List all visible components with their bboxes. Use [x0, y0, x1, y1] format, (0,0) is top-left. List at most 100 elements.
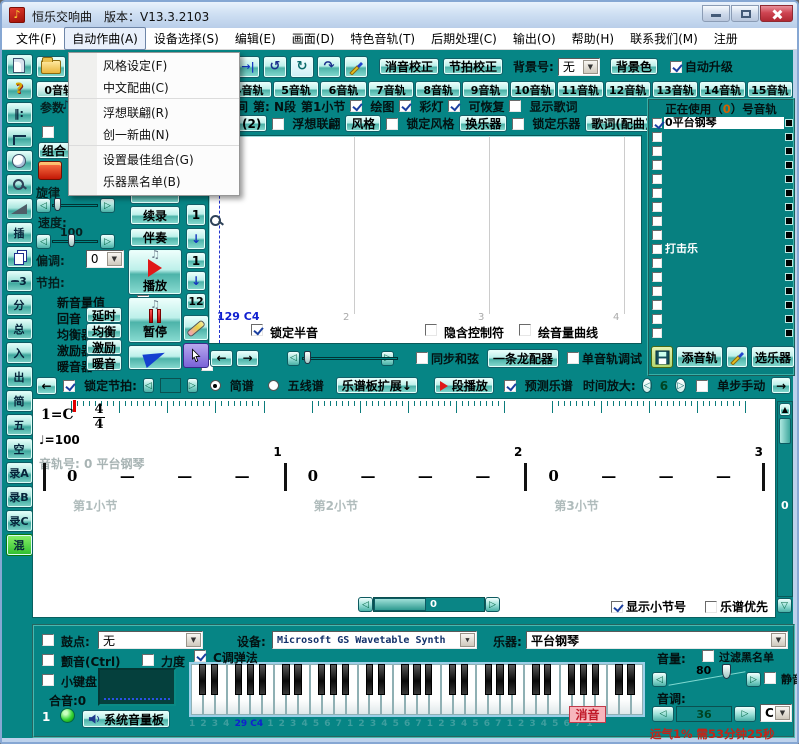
step-down-button-2[interactable]: ↓ — [186, 271, 206, 291]
piano-key-black[interactable] — [330, 664, 337, 695]
menu-item[interactable]: 乐器黑名单(B) — [69, 171, 239, 193]
menubar-item[interactable]: 自动作曲(A) — [64, 27, 146, 50]
minimize-button[interactable] — [702, 5, 730, 22]
piano-roll-canvas[interactable]: 2 3 4 129 C4 锁定半音 隐含控制符 绘音量曲线 — [208, 135, 642, 344]
mute-correction-button[interactable]: 消音校正 — [379, 58, 439, 75]
score-area[interactable]: 1=C 44 ♩=100 音轨号: 0 平台钢琴 1 0——— 第1小节 2 — [32, 398, 776, 618]
melody-slider-right[interactable]: ▷ — [100, 198, 115, 213]
piano-key-black[interactable] — [425, 664, 432, 695]
c-style-checkbox[interactable] — [194, 650, 206, 662]
hslider-thumb[interactable] — [304, 351, 311, 364]
instrument-row[interactable] — [652, 214, 792, 228]
title-bar[interactable]: ♪ 恒乐交响曲 版本：V13.3.2103 — [2, 2, 797, 28]
lock-instrument-checkbox[interactable] — [512, 118, 524, 130]
row-marker[interactable] — [786, 176, 792, 182]
instrument-row[interactable] — [652, 186, 792, 200]
offset-select[interactable]: 0▼ — [86, 250, 124, 268]
piano-key-black[interactable] — [378, 664, 385, 695]
volume-slider-right[interactable]: ▷ — [746, 672, 761, 687]
scroll-up-button[interactable]: ▲ — [779, 403, 791, 416]
time-zoom-minus[interactable]: ◁ — [642, 378, 653, 393]
instrument-row[interactable]: 打击乐 — [652, 242, 792, 256]
row-marker[interactable] — [786, 246, 792, 252]
system-volume-button[interactable]: 系统音量板 — [82, 710, 170, 728]
piano-key-black[interactable] — [413, 664, 420, 695]
instrument-checkbox[interactable] — [652, 174, 662, 184]
volume-curve-checkbox[interactable] — [519, 324, 531, 336]
instrument-checkbox[interactable] — [652, 146, 662, 156]
instrument-row[interactable] — [652, 312, 792, 326]
velocity-checkbox[interactable] — [142, 654, 154, 666]
piano-key-black[interactable] — [366, 664, 373, 695]
sidebar-button[interactable]: 简 — [6, 390, 33, 412]
scroll-right-button[interactable]: → — [236, 350, 259, 367]
piano-key-black[interactable] — [508, 664, 515, 695]
row-marker[interactable] — [786, 120, 792, 126]
menubar-item[interactable]: 画面(D) — [284, 27, 343, 50]
count-button[interactable]: (2) — [236, 115, 267, 132]
show-lyrics-checkbox[interactable] — [509, 100, 521, 112]
row-marker[interactable] — [786, 162, 792, 168]
lock-beat-checkbox[interactable] — [63, 380, 75, 392]
brush-button[interactable] — [726, 346, 748, 368]
open-folder-button[interactable] — [36, 56, 66, 78]
instrument-checkbox[interactable] — [652, 160, 662, 170]
brush-button[interactable] — [344, 56, 368, 78]
track-tab[interactable]: 15音轨 — [747, 81, 793, 98]
piano-key-black[interactable] — [461, 664, 468, 695]
instrument-select[interactable]: 平台钢琴▼ — [526, 631, 788, 649]
score-hscrollbar[interactable]: ◁ 0 ▷ — [358, 597, 500, 612]
instrument-checkbox[interactable] — [652, 300, 662, 310]
instrument-box-icon[interactable] — [38, 161, 62, 180]
score-down-button[interactable]: ▽ — [777, 598, 792, 613]
track-tab[interactable]: 12音轨 — [605, 81, 651, 98]
draw-checkbox[interactable] — [350, 100, 362, 112]
scroll-left-button[interactable]: ← — [210, 350, 233, 367]
instrument-row[interactable] — [652, 172, 792, 186]
track-tab[interactable]: 9音轨 — [462, 81, 508, 98]
jianpu-radio[interactable] — [210, 380, 221, 391]
track-tab[interactable]: 7音轨 — [368, 81, 414, 98]
lock-style-checkbox[interactable] — [386, 118, 398, 130]
lock-semitone-checkbox[interactable] — [251, 324, 263, 336]
lyrics-compose-button[interactable]: 歌词(配曲) — [585, 115, 656, 132]
style-button[interactable]: 风格 — [345, 115, 381, 132]
change-instrument-button[interactable]: 换乐器 — [459, 115, 507, 132]
sidebar-button[interactable]: 入 — [6, 342, 33, 364]
prev-button[interactable]: ← — [36, 377, 57, 395]
sync-chord-checkbox[interactable] — [416, 352, 428, 364]
piano-key-black[interactable] — [580, 664, 587, 695]
counter-1[interactable]: 1 — [186, 204, 206, 226]
hslider-left[interactable]: ◁ — [287, 351, 300, 366]
instrument-checkbox[interactable] — [652, 314, 662, 324]
undo-button[interactable]: ↺ — [263, 56, 287, 78]
piano-key-black[interactable] — [235, 664, 242, 695]
params-tab-label[interactable]: 参数 — [40, 99, 64, 116]
piano-key-black[interactable] — [247, 664, 254, 695]
instrument-row[interactable] — [652, 270, 792, 284]
mini-keyboard-checkbox[interactable] — [42, 674, 54, 686]
row-marker[interactable] — [786, 218, 792, 224]
staff-radio[interactable] — [268, 380, 279, 391]
sidebar-button[interactable]: 插 — [6, 222, 33, 244]
sidebar-button[interactable] — [6, 246, 33, 268]
piano-key-black[interactable] — [282, 664, 289, 695]
single-track-debug-checkbox[interactable] — [567, 352, 579, 364]
speed-slider[interactable] — [52, 240, 98, 243]
menubar-item[interactable]: 注册 — [706, 27, 746, 50]
piano-key-black[interactable] — [568, 664, 575, 695]
sidebar-button[interactable]: ‖: — [6, 102, 33, 124]
score-first-checkbox[interactable] — [705, 601, 717, 613]
menubar-item[interactable]: 联系我们(M) — [622, 27, 706, 50]
menubar-item[interactable]: 特色音轨(T) — [342, 27, 423, 50]
sidebar-button[interactable]: 空 — [6, 438, 33, 460]
instrument-row[interactable] — [652, 326, 792, 340]
piano-key-black[interactable] — [342, 664, 349, 695]
save-button[interactable] — [651, 346, 673, 368]
piano-key-black[interactable] — [496, 664, 503, 695]
counter-2[interactable]: 1 — [186, 252, 206, 269]
silent-checkbox[interactable] — [764, 672, 776, 684]
dropdown-arrow-icon[interactable]: ▼ — [775, 706, 790, 720]
sidebar-button[interactable]: 录C — [6, 510, 33, 532]
equalize-button[interactable]: 均衡 — [86, 323, 122, 339]
